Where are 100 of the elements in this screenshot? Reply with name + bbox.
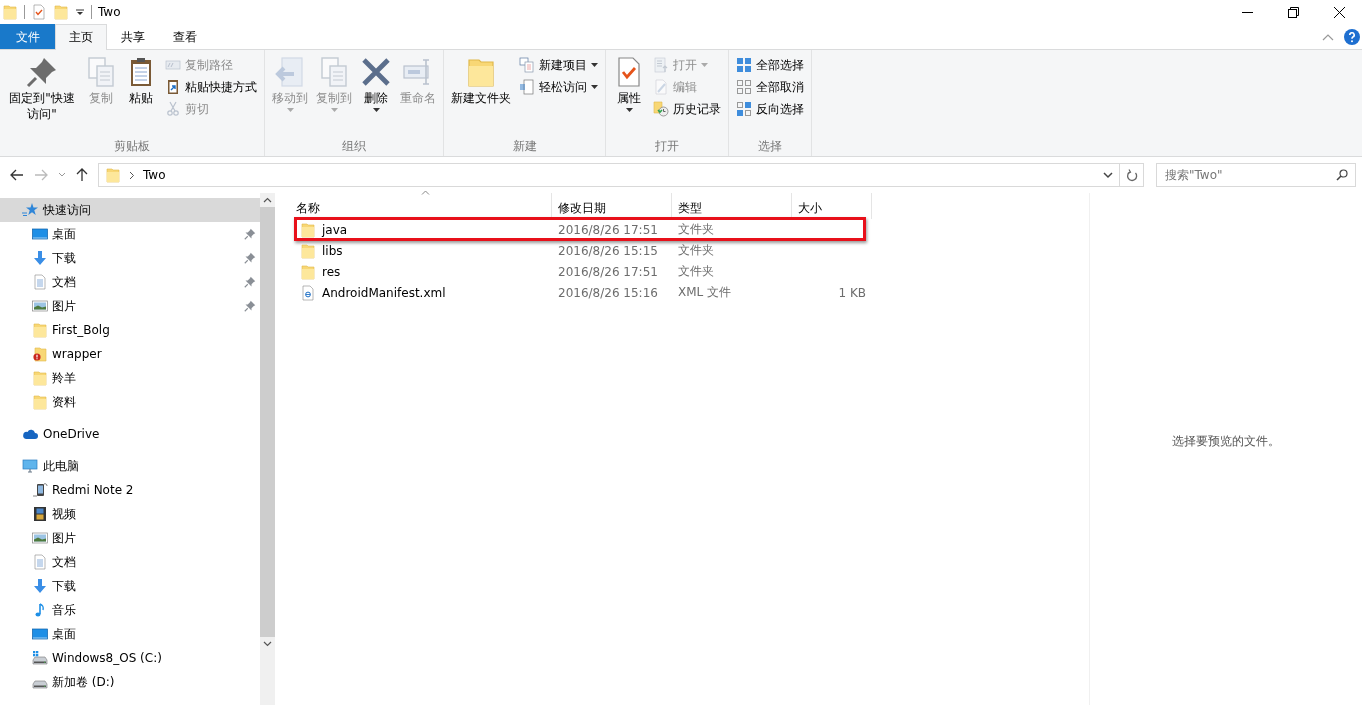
file-name: res <box>322 264 341 279</box>
nav-item[interactable]: 资料 <box>0 390 260 414</box>
recent-dropdown-icon[interactable] <box>58 172 66 178</box>
search-field[interactable]: 搜索"Two" <box>1156 163 1356 187</box>
pin-icon[interactable] <box>244 252 256 264</box>
file-menu-tab[interactable]: 文件 <box>0 24 55 49</box>
folder-icon <box>465 56 497 88</box>
file-row[interactable]: java 2016/8/26 17:51 文件夹 <box>290 219 1089 240</box>
film-icon <box>32 506 48 522</box>
document-icon <box>32 554 48 570</box>
scrollbar-thumb[interactable] <box>260 207 275 637</box>
customize-dropdown-icon[interactable] <box>75 7 85 17</box>
move-icon <box>274 56 306 88</box>
picture-icon <box>32 298 48 314</box>
nav-item[interactable]: 此电脑 <box>0 454 260 478</box>
pin-icon[interactable] <box>244 276 256 288</box>
folder-icon <box>300 263 316 280</box>
file-icon <box>300 284 316 301</box>
ribbon-button[interactable]: 全部取消 <box>733 76 807 98</box>
nav-item[interactable]: 羚羊 <box>0 366 260 390</box>
file-row[interactable]: libs 2016/8/26 15:15 文件夹 <box>290 240 1089 261</box>
group-label: 新建 <box>511 138 538 155</box>
nav-item[interactable]: 音乐 <box>0 598 260 622</box>
ribbon-button[interactable]: 粘贴快捷方式 <box>162 76 260 98</box>
document-icon <box>32 274 48 290</box>
dropdown-icon[interactable] <box>1103 171 1113 179</box>
ribbon-button[interactable]: 属性 <box>610 54 648 114</box>
folder-icon <box>105 167 121 183</box>
up-icon[interactable] <box>76 168 88 182</box>
back-icon[interactable] <box>10 169 24 181</box>
ribbon-button[interactable]: 粘贴 <box>122 54 160 108</box>
scroll-down-icon[interactable] <box>263 641 272 647</box>
nav-item[interactable]: wrapper <box>0 342 260 366</box>
copy-icon <box>318 56 350 88</box>
file-name: AndroidManifest.xml <box>322 285 446 300</box>
pin-icon[interactable] <box>244 228 256 240</box>
nav-item[interactable]: 新加卷 (D:) <box>0 670 260 694</box>
modified-date: 2016/8/26 17:51 <box>557 264 659 279</box>
nav-item[interactable]: 桌面 <box>0 222 260 246</box>
nav-item[interactable]: 图片 <box>0 526 260 550</box>
ribbon-tab[interactable]: 共享 <box>107 24 159 49</box>
file-type: 文件夹 <box>677 263 715 280</box>
scissors-icon <box>165 101 181 117</box>
grid-icon <box>736 57 752 73</box>
nav-item[interactable]: 图片 <box>0 294 260 318</box>
nav-item[interactable]: 下载 <box>0 574 260 598</box>
path-icon <box>165 57 181 73</box>
desktop-icon <box>32 626 48 642</box>
ribbon-button[interactable]: 全部选择 <box>733 54 807 76</box>
group-label: 组织 <box>341 138 367 155</box>
file-row[interactable]: AndroidManifest.xml 2016/8/26 15:16 XML 文件 1 KB <box>290 282 1089 303</box>
column-header[interactable]: 类型 <box>672 193 792 219</box>
ribbon-button[interactable]: 历史记录 <box>650 98 724 120</box>
column-header[interactable]: 大小 <box>792 193 872 219</box>
nav-item[interactable]: Redmi Note 2 <box>0 478 260 502</box>
column-header[interactable]: 修改日期 <box>552 193 672 219</box>
ribbon-button[interactable]: 新建文件夹 <box>448 54 514 108</box>
nav-item[interactable]: 快速访问 <box>0 198 260 222</box>
refresh-button[interactable] <box>1120 163 1144 187</box>
nav-item[interactable]: OneDrive <box>0 422 260 446</box>
ribbon-button[interactable]: 固定到"快速访问" <box>4 54 80 124</box>
scroll-up-icon[interactable] <box>263 197 272 203</box>
search-icon[interactable] <box>1336 169 1348 181</box>
nav-item[interactable]: 下载 <box>0 246 260 270</box>
ribbon-tab[interactable]: 查看 <box>159 24 211 49</box>
nav-item[interactable]: 文档 <box>0 550 260 574</box>
folder-icon <box>32 322 48 338</box>
folder-icon <box>32 370 48 386</box>
ribbon-tab[interactable]: 主页 <box>55 24 107 50</box>
nav-item[interactable]: 文档 <box>0 270 260 294</box>
file-row[interactable]: res 2016/8/26 17:51 文件夹 <box>290 261 1089 282</box>
ribbon-button[interactable]: 反向选择 <box>733 98 807 120</box>
x-icon <box>360 56 392 88</box>
ribbon-button[interactable]: 新建项目 <box>516 54 601 76</box>
breadcrumb[interactable]: Two <box>143 168 166 182</box>
help-icon[interactable] <box>1344 28 1360 45</box>
folder-icon <box>32 346 48 362</box>
nav-item[interactable]: First_Bolg <box>0 318 260 342</box>
column-header[interactable]: 名称 <box>290 193 552 219</box>
folder-icon <box>32 394 48 410</box>
ribbon-button[interactable]: 轻松访问 <box>516 76 601 98</box>
group-label: 剪贴板 <box>113 138 151 155</box>
scrollbar[interactable] <box>260 193 275 705</box>
nav-item[interactable]: 视频 <box>0 502 260 526</box>
grid-icon <box>736 101 752 117</box>
nav-item[interactable]: 桌面 <box>0 622 260 646</box>
group-label: 选择 <box>757 138 783 155</box>
download-icon <box>32 250 48 266</box>
phone-icon <box>32 482 48 498</box>
pin-icon[interactable] <box>244 300 256 312</box>
address-bar[interactable]: Two <box>98 163 1120 187</box>
nav-item[interactable]: Windows8_OS (C:) <box>0 646 260 670</box>
modified-date: 2016/8/26 15:16 <box>557 285 659 300</box>
ribbon-button[interactable]: 删除 <box>357 54 395 114</box>
group-label: 打开 <box>654 138 680 155</box>
collapse-ribbon-icon[interactable] <box>1322 32 1334 41</box>
modified-date: 2016/8/26 17:51 <box>557 222 659 237</box>
forward-icon[interactable] <box>34 169 48 181</box>
modified-date: 2016/8/26 15:15 <box>557 243 659 258</box>
picture-icon <box>32 530 48 546</box>
